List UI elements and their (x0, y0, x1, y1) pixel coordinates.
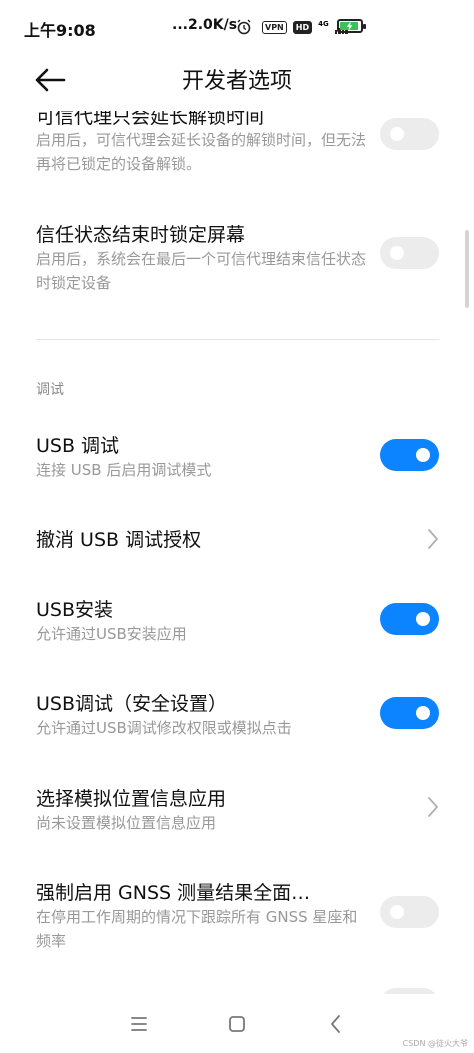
setting-usb-install[interactable]: USB安装 允许通过USB安装应用 (0, 591, 474, 651)
setting-subtitle: 启用后，系统会在最后一个可信代理结束信任状态时锁定设备 (36, 250, 367, 292)
setting-select-mock-location-app[interactable]: 选择模拟位置信息应用 尚未设置模拟位置信息应用 (0, 780, 474, 840)
divider (36, 339, 439, 340)
section-header-debug: 调试 (36, 382, 64, 398)
setting-subtitle: 尚未设置模拟位置信息应用 (36, 814, 217, 832)
toggle-switch[interactable] (380, 118, 439, 150)
settings-list[interactable]: 可信代理只会延长解锁时间 启用后，可信代理会延长设备的解锁时间，但无法再将已锁定… (0, 104, 474, 994)
chevron-right-icon (428, 797, 438, 817)
toggle-switch[interactable] (380, 896, 439, 928)
page-header: 开发者选项 (0, 56, 474, 104)
setting-subtitle: 在停用工作周期的情况下跟踪所有 GNSS 星座和频率 (36, 908, 358, 950)
setting-revoke-usb-authorizations[interactable]: 撤消 USB 调试授权 (0, 521, 474, 561)
setting-title: 信任状态结束时锁定屏幕 (36, 224, 246, 246)
setting-title: 强制启用 GNSS 测量结果全面… (36, 882, 311, 904)
menu-icon[interactable] (126, 1012, 152, 1036)
network-type-icon: 4G (318, 19, 329, 28)
alarm-icon (237, 19, 251, 35)
toggle-switch[interactable] (380, 439, 439, 471)
setting-subtitle: 允许通过USB调试修改权限或模拟点击 (36, 719, 292, 737)
back-icon[interactable] (323, 1012, 349, 1036)
setting-title: USB调试（安全设置） (36, 693, 228, 715)
status-bar: 上午9:08 ...2.0K/s VPN HD 4G (0, 0, 474, 56)
setting-force-full-gnss-measurements[interactable]: 强制启用 GNSS 测量结果全面… 在停用工作周期的情况下跟踪所有 GNSS 星… (0, 874, 474, 954)
setting-title: 选择模拟位置信息应用 (36, 788, 227, 810)
setting-usb-debugging[interactable]: USB 调试 连接 USB 后启用调试模式 (0, 427, 474, 487)
navigation-bar: CSDN @徒火大爷 (0, 994, 474, 1053)
setting-title: USB安装 (36, 599, 114, 621)
scrollbar[interactable] (465, 230, 469, 308)
setting-usb-debugging-security[interactable]: USB调试（安全设置） 允许通过USB调试修改权限或模拟点击 (0, 685, 474, 745)
battery-icon (337, 19, 366, 33)
toggle-switch[interactable] (380, 697, 439, 729)
setting-subtitle: 允许通过USB安装应用 (36, 625, 187, 643)
vpn-icon: VPN (262, 20, 287, 34)
status-time: 上午9:08 (24, 21, 96, 40)
home-icon[interactable] (224, 1012, 250, 1036)
setting-title: 撤消 USB 调试授权 (36, 529, 202, 551)
setting-lock-screen-when-trust-lost[interactable]: 信任状态结束时锁定屏幕 启用后，系统会在最后一个可信代理结束信任状态时锁定设备 (0, 216, 474, 296)
setting-subtitle: 启用后，可信代理会延长设备的解锁时间，但无法再将已锁定的设备解锁。 (36, 131, 367, 173)
setting-subtitle: 连接 USB 后启用调试模式 (36, 461, 212, 479)
toggle-switch[interactable] (380, 603, 439, 635)
toggle-switch[interactable] (380, 237, 439, 269)
setting-title: USB 调试 (36, 435, 120, 457)
chevron-right-icon (428, 529, 438, 549)
net-speed: ...2.0K/s (172, 17, 238, 33)
page-title: 开发者选项 (181, 69, 292, 94)
setting-trust-agent-extend-unlock[interactable]: 可信代理只会延长解锁时间 启用后，可信代理会延长设备的解锁时间，但无法再将已锁定… (0, 104, 474, 182)
watermark: CSDN @徒火大爷 (402, 1039, 468, 1048)
hd-icon: HD (292, 20, 313, 34)
setting-title: 可信代理只会延长解锁时间 (36, 106, 265, 128)
status-icons: ...2.0K/s VPN HD 4G (172, 17, 348, 35)
